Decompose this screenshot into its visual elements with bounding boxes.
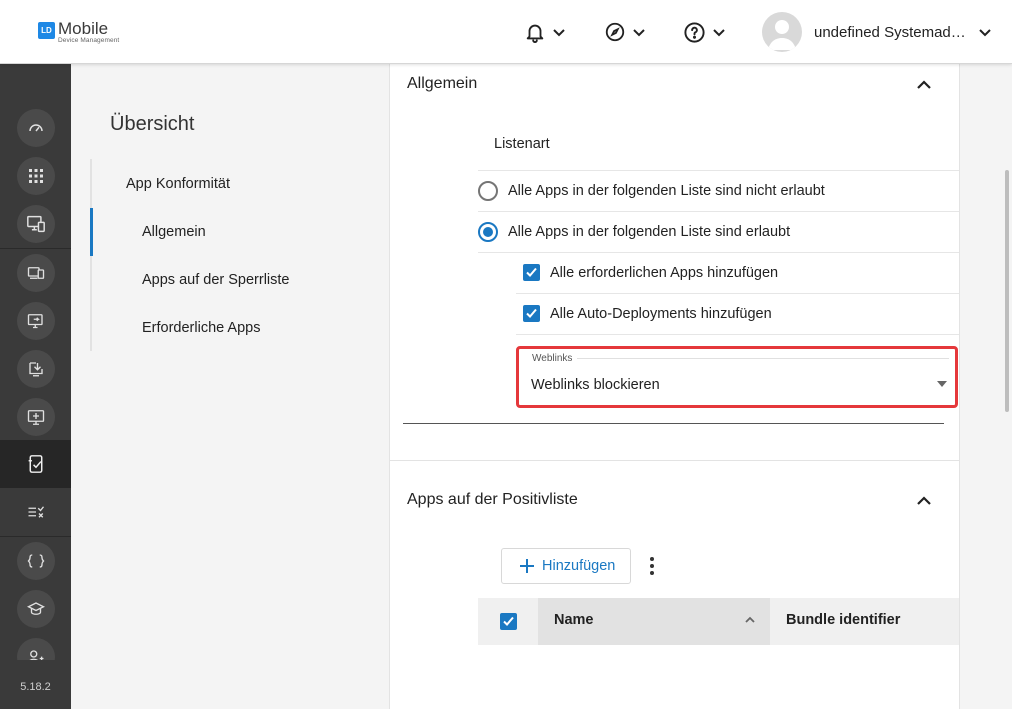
help-circle-icon: [684, 21, 705, 43]
side-navigation: 5.18.2: [0, 64, 71, 709]
weblinks-value: Weblinks blockieren: [531, 377, 660, 393]
overview-title: Übersicht: [110, 113, 195, 135]
more-options-icon[interactable]: [642, 554, 662, 578]
radio-not-allowed[interactable]: Alle Apps in der folgenden Liste sind ni…: [478, 181, 825, 201]
checkbox-auto-deployments[interactable]: Alle Auto-Deployments hinzufügen: [523, 305, 772, 322]
app-logo[interactable]: LD Mobile Device Management: [38, 20, 119, 45]
checkmark-icon: [526, 308, 537, 318]
download-install-icon: [28, 362, 43, 377]
chevron-down-icon: [713, 29, 725, 37]
overview-item-app-konformitaet[interactable]: App Konformität: [126, 176, 230, 192]
active-indicator: [90, 208, 93, 256]
dashboard-icon: [28, 124, 43, 132]
logo-title: Mobile: [58, 19, 109, 38]
notifications-button[interactable]: [524, 18, 566, 46]
chevron-down-icon: [553, 29, 565, 37]
devices-icon: [27, 267, 44, 279]
sidebar-item-device-management[interactable]: [0, 200, 71, 248]
app-header: LD Mobile Device Management undefined Sy…: [0, 0, 1012, 64]
app-version: 5.18.2: [20, 681, 51, 693]
sidebar-item-scripts[interactable]: [0, 537, 71, 585]
overview-item-sperrliste[interactable]: Apps auf der Sperrliste: [142, 272, 290, 288]
radio-button-selected[interactable]: [478, 222, 498, 242]
select-all-checkbox[interactable]: [478, 598, 538, 645]
compass-icon: [605, 22, 625, 42]
remote-screen-icon: [27, 313, 43, 328]
sidebar-item-compliance[interactable]: [0, 440, 71, 488]
plus-icon: [520, 559, 534, 573]
checkbox-checked[interactable]: [523, 264, 540, 281]
apps-grid-icon: [28, 169, 43, 183]
sidebar-item-education[interactable]: [0, 585, 71, 633]
scripts-icon: [27, 554, 44, 568]
sidebar-item-software-install[interactable]: [0, 345, 71, 393]
navigator-button[interactable]: [604, 18, 646, 46]
help-button[interactable]: [683, 18, 726, 46]
checkbox-required-apps[interactable]: Alle erforderlichen Apps hinzufügen: [523, 264, 778, 281]
logo-mark: LD: [38, 22, 55, 39]
checkmark-icon: [526, 267, 537, 277]
sidebar-item-dashboard[interactable]: [0, 104, 71, 152]
checkbox-checked[interactable]: [523, 305, 540, 322]
device-management-icon: [26, 215, 45, 233]
section-title-allgemein: Allgemein: [407, 75, 478, 92]
rules-icon: [28, 506, 44, 518]
radio-button[interactable]: [478, 181, 498, 201]
bell-icon: [526, 24, 544, 43]
user-name: undefined Systemadmi...: [814, 23, 970, 41]
add-screen-icon: [27, 409, 44, 425]
avatar-icon: [768, 20, 796, 50]
overview-item-allgemein[interactable]: Allgemein: [142, 224, 206, 240]
sidebar-item-rules[interactable]: [0, 488, 71, 536]
sidebar-item-add-screen[interactable]: [0, 393, 71, 441]
sidebar-item-devices[interactable]: [0, 249, 71, 297]
divider: [403, 423, 944, 424]
radio-allowed[interactable]: Alle Apps in der folgenden Liste sind er…: [478, 222, 790, 242]
chevron-down-icon: [633, 29, 645, 37]
column-header-bundle-identifier[interactable]: Bundle identifier: [786, 612, 900, 628]
add-app-button[interactable]: Hinzufügen: [501, 548, 631, 584]
sort-ascending-icon: [745, 616, 755, 623]
section-title-positivliste: Apps auf der Positivliste: [407, 491, 578, 508]
overview-item-erforderliche-apps[interactable]: Erforderliche Apps: [142, 320, 260, 336]
list-type-label: Listenart: [494, 136, 550, 152]
column-header-name[interactable]: Name: [538, 598, 770, 645]
compliance-icon: [28, 455, 42, 473]
overview-navigation: Übersicht App Konformität Allgemein Apps…: [71, 64, 389, 709]
user-menu[interactable]: undefined Systemadmi...: [762, 12, 992, 52]
avatar: [762, 12, 802, 52]
chevron-up-icon[interactable]: [915, 76, 933, 94]
chevron-down-icon: [979, 29, 991, 37]
sidebar-item-remote-screen[interactable]: [0, 297, 71, 345]
dropdown-arrow-icon: [937, 381, 947, 387]
education-icon: [26, 602, 45, 615]
page-scrollbar[interactable]: [1005, 170, 1009, 412]
checkmark-icon: [502, 616, 514, 626]
weblinks-select[interactable]: Weblinks Weblinks blockieren: [516, 346, 958, 408]
logo-subtitle: Device Management: [58, 37, 120, 44]
chevron-up-icon[interactable]: [915, 492, 933, 510]
table-header: Name Bundle identifier: [478, 598, 959, 645]
weblinks-legend: Weblinks: [529, 353, 576, 364]
sidebar-item-apps[interactable]: [0, 152, 71, 200]
settings-panel: Allgemein Listenart Alle Apps in der fol…: [389, 64, 960, 709]
